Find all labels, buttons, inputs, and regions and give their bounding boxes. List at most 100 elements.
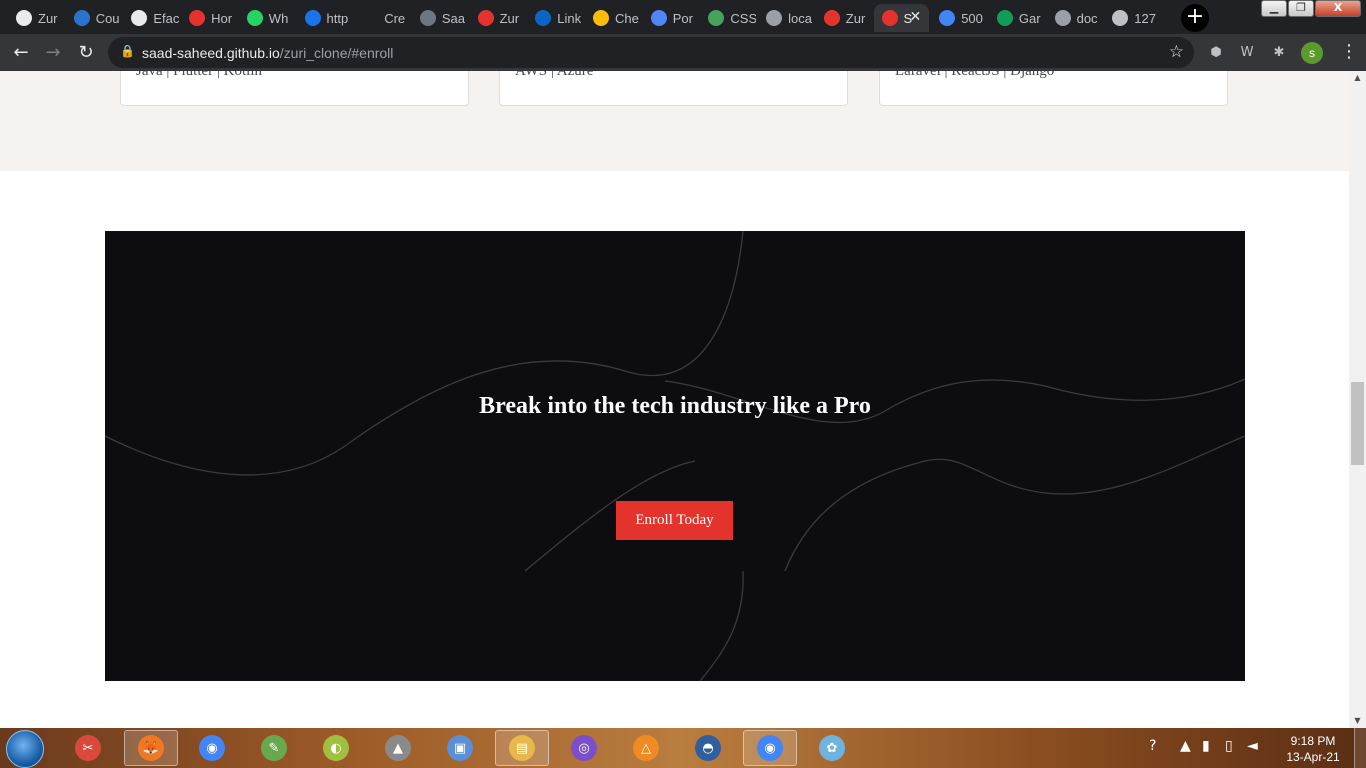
enroll-today-button[interactable]: Enroll Today bbox=[616, 501, 733, 540]
tux-paint-icon: ✎ bbox=[261, 735, 287, 761]
docs-icon bbox=[939, 10, 956, 26]
tab-title: Link bbox=[557, 10, 582, 26]
browser-tab[interactable]: loca bbox=[758, 4, 814, 32]
taskbar-app-button[interactable]: 🦊 bbox=[124, 730, 178, 766]
taskbar-app-button[interactable]: ✎ bbox=[247, 730, 301, 766]
browser-tab[interactable]: S ✕ bbox=[873, 4, 930, 32]
browser-tab[interactable]: Wh bbox=[239, 4, 295, 32]
browser-tab[interactable]: Hor bbox=[181, 4, 237, 32]
profile-avatar[interactable]: s bbox=[1301, 42, 1323, 64]
tab-title: Efac bbox=[153, 10, 180, 26]
taskbar-app-button[interactable]: △ bbox=[619, 730, 673, 766]
close-window-button[interactable]: X bbox=[1315, 0, 1361, 17]
taskbar-app-button[interactable]: ▲ bbox=[371, 730, 425, 766]
snipping-tool-icon: ✂ bbox=[75, 735, 101, 761]
globe-icon bbox=[16, 10, 32, 26]
extensions-puzzle-icon[interactable]: ✱ bbox=[1269, 43, 1289, 63]
scrollbar-thumb[interactable] bbox=[1351, 382, 1364, 465]
tab-title: Cou bbox=[95, 10, 120, 26]
browser-tab[interactable]: CSS bbox=[700, 4, 756, 32]
track-card-cloud: AWS | Azure bbox=[499, 71, 848, 106]
power-icon[interactable]: ▯ bbox=[1225, 738, 1233, 754]
taskbar-app-button[interactable]: ◓ bbox=[681, 730, 735, 766]
taskbar-clock[interactable]: 9:18 PM 13-Apr-21 bbox=[1283, 733, 1343, 765]
tab-title: Hor bbox=[211, 10, 233, 26]
forward-button[interactable]: → bbox=[40, 40, 66, 66]
chrome-icon: ◉ bbox=[199, 735, 225, 761]
bookmark-star-icon[interactable]: ☆ bbox=[1169, 42, 1184, 62]
taskbar-app-button[interactable]: ✂ bbox=[61, 730, 115, 766]
tab-title: Che bbox=[615, 10, 639, 26]
taskbar-app-button[interactable]: ◉ bbox=[743, 730, 797, 766]
back-button[interactable]: ← bbox=[8, 40, 34, 66]
emulator-icon: ◓ bbox=[695, 735, 721, 761]
tab-title: Zur bbox=[845, 10, 866, 26]
extension-w-icon[interactable]: W bbox=[1237, 43, 1257, 63]
browser-tab[interactable]: 500 bbox=[931, 4, 987, 32]
start-button[interactable] bbox=[6, 730, 44, 768]
network-signal-icon[interactable]: ▮ bbox=[1202, 738, 1210, 754]
stripe-icon bbox=[650, 10, 667, 26]
chameleon-icon: ◐ bbox=[323, 735, 349, 761]
taskbar-app-button[interactable]: ◉ bbox=[185, 730, 239, 766]
chrome-profile-icon: ◉ bbox=[757, 735, 783, 761]
taskbar-app-button[interactable]: ◐ bbox=[309, 730, 363, 766]
browser-tab[interactable]: Zur bbox=[816, 4, 872, 32]
s-dot-icon bbox=[881, 10, 898, 26]
browser-tab[interactable]: Por bbox=[643, 4, 699, 32]
maximize-button[interactable]: ❐ bbox=[1288, 0, 1314, 17]
show-hidden-icons-icon[interactable]: ▲ bbox=[1180, 738, 1191, 754]
tab-title: Por bbox=[672, 10, 693, 26]
scroll-down-arrow-icon[interactable]: ▼ bbox=[1349, 714, 1366, 728]
minimize-button[interactable]: ▁ bbox=[1261, 0, 1287, 17]
extension-cube-icon[interactable]: ⬢ bbox=[1206, 43, 1226, 63]
track-card-text: Laravel | ReactJS | Django bbox=[895, 71, 1055, 79]
clock-time: 9:18 PM bbox=[1290, 734, 1336, 748]
browser-tab[interactable]: Link bbox=[527, 4, 583, 32]
enroll-cta-section: Break into the tech industry like a Pro … bbox=[105, 231, 1245, 681]
sheets-icon bbox=[996, 10, 1013, 26]
taskbar-app-button[interactable]: ◎ bbox=[557, 730, 611, 766]
browser-tab[interactable]: Che bbox=[585, 4, 641, 32]
close-tab-icon[interactable]: ✕ bbox=[909, 9, 921, 25]
browser-tab[interactable]: Zur bbox=[8, 4, 64, 32]
tab-title: Cre bbox=[384, 10, 406, 26]
browser-tab[interactable]: Zur bbox=[470, 4, 526, 32]
taskbar-app-button[interactable]: ▤ bbox=[495, 730, 549, 766]
tab-title: 500 bbox=[961, 10, 983, 26]
vpn-icon: ◎ bbox=[571, 735, 597, 761]
rocket-icon: ▲ bbox=[385, 735, 411, 761]
tab-title: Wh bbox=[268, 10, 289, 26]
volume-icon[interactable]: ◄ bbox=[1247, 738, 1258, 754]
browser-tab[interactable]: http bbox=[297, 4, 353, 32]
browser-menu-icon[interactable]: ⋮ bbox=[1340, 41, 1358, 62]
reload-button[interactable]: ↻ bbox=[73, 40, 99, 66]
blank-icon bbox=[362, 10, 379, 26]
page-scrollbar[interactable]: ▲ ▼ bbox=[1349, 71, 1366, 728]
help-icon[interactable]: ? bbox=[1149, 738, 1156, 754]
browser-tab[interactable]: Saa bbox=[412, 4, 468, 32]
browser-tab[interactable]: Gar bbox=[989, 4, 1045, 32]
browser-tab[interactable]: Cou bbox=[66, 4, 122, 32]
taskbar-app-button[interactable]: ▣ bbox=[433, 730, 487, 766]
browser-tab[interactable]: 127 bbox=[1104, 4, 1160, 32]
show-desktop-button[interactable] bbox=[1354, 728, 1366, 768]
page-viewport: Java | Flutter | Kotlin AWS | Azure Lara… bbox=[0, 71, 1349, 728]
scroll-up-arrow-icon[interactable]: ▲ bbox=[1349, 71, 1366, 85]
new-tab-button[interactable]: + bbox=[1181, 4, 1209, 32]
recording-dot-icon bbox=[823, 10, 840, 26]
address-bar[interactable]: 🔒 saad-saheed.github.io/zuri_clone/#enro… bbox=[108, 37, 1194, 68]
codepen-icon bbox=[189, 10, 206, 26]
windows-taskbar: ✂ 🦊 ◉ ✎ ◐ ▲ ▣ ▤ ◎ △ ◓ ◉ ✿ ? ▲ ▮ ▯ ◄ 9:18 PM 13-Apr-2… bbox=[0, 728, 1366, 768]
taskbar-app-button[interactable]: ✿ bbox=[805, 730, 859, 766]
tab-title: http bbox=[326, 10, 349, 26]
browser-tab[interactable]: Efac bbox=[123, 4, 179, 32]
url-text: saad-saheed.github.io/zuri_clone/#enroll bbox=[142, 45, 394, 61]
decorative-wave-lines bbox=[105, 231, 1245, 681]
tab-title: Saa bbox=[441, 10, 466, 26]
gift-icon bbox=[593, 10, 609, 26]
browser-tab[interactable]: doc bbox=[1047, 4, 1103, 32]
track-card-mobile: Java | Flutter | Kotlin bbox=[120, 71, 469, 106]
browser-toolbar: ← → ↻ 🔒 saad-saheed.github.io/zuri_clone… bbox=[0, 34, 1366, 71]
browser-tab[interactable]: Cre bbox=[354, 4, 410, 32]
